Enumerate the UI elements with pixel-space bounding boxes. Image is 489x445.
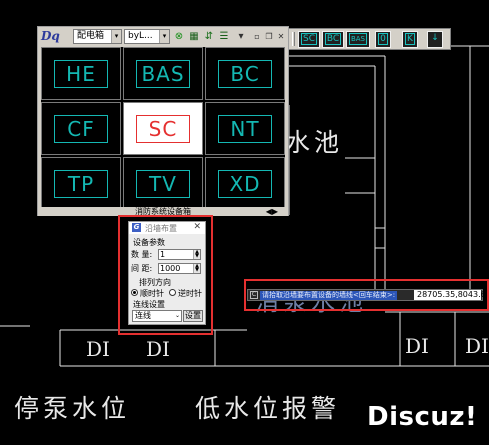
- chevron-down-icon: ⌄: [174, 312, 180, 319]
- symbol-cell-bc[interactable]: BC: [205, 47, 285, 100]
- command-icon: C: [250, 291, 258, 299]
- sort-icon[interactable]: ⇵: [203, 30, 215, 43]
- counterclockwise-label: 逆时针: [178, 289, 202, 298]
- di-label: DI: [146, 337, 170, 361]
- minimize-icon[interactable]: ▫: [251, 30, 263, 43]
- section-params-label: 设备参数: [133, 238, 165, 247]
- dialog-title: 沿墙布置: [145, 224, 177, 233]
- list-icon[interactable]: ☰: [218, 30, 230, 43]
- clockwise-radio[interactable]: [131, 289, 138, 296]
- category-select[interactable]: 配电箱 ▾: [73, 29, 122, 44]
- connect-mode-select[interactable]: 连线 ⌄: [132, 310, 182, 322]
- close-icon[interactable]: ✕: [193, 222, 201, 232]
- dialog-title-bar[interactable]: G 沿墙布置 ✕: [129, 222, 205, 234]
- symbol-cell-tv[interactable]: TV: [123, 157, 203, 210]
- di-label: DI: [86, 337, 110, 361]
- symbol-cell-cf[interactable]: CF: [41, 102, 121, 155]
- chevron-down-icon: ▾: [159, 30, 169, 43]
- toolbar-sc-button[interactable]: SC: [298, 31, 320, 48]
- close-icon[interactable]: ✕: [275, 30, 287, 43]
- chevron-down-icon: ▾: [111, 30, 121, 43]
- low-level-alarm-label: 低水位报警: [195, 394, 341, 423]
- menu-icon[interactable]: ▾: [235, 30, 247, 43]
- symbol-cell-xd[interactable]: XD: [205, 157, 285, 210]
- watermark: Discuz!: [367, 402, 478, 432]
- palette-toolbar: Dq 配电箱 ▾ byL... ▾ ⊗ ▦ ⇵ ☰ ▾ ▫ ❐ ✕: [38, 27, 288, 47]
- restore-icon[interactable]: ❐: [263, 30, 275, 43]
- count-stepper[interactable]: 1 ▲ ▼: [158, 249, 201, 260]
- direction-label: 排列方向: [139, 278, 171, 287]
- coordinate-input[interactable]: 28705.35,8043.66: [414, 290, 489, 300]
- page-nav-arrows[interactable]: ◀▶: [266, 207, 278, 216]
- settings-button[interactable]: 设置: [183, 310, 203, 322]
- app-logo-icon: G: [132, 223, 141, 232]
- palette-status-bar: 消防系统设备箱 ◀▶: [38, 207, 288, 216]
- symbol-toolbar: SC BC BAS 0 K ↓: [288, 28, 451, 50]
- cancel-icon[interactable]: ⊗: [173, 30, 185, 43]
- toolbar-bas-button[interactable]: BAS: [346, 31, 370, 48]
- spacing-label: 间 距:: [131, 264, 153, 273]
- stop-pump-level-label: 停泵水位: [14, 394, 131, 423]
- symbol-cell-tp[interactable]: TP: [41, 157, 121, 210]
- symbol-cell-bas[interactable]: BAS: [123, 47, 203, 100]
- count-label: 数 量:: [131, 250, 153, 259]
- di-label: DI: [465, 334, 489, 358]
- grid-icon[interactable]: ▦: [188, 30, 200, 43]
- symbol-cell-he[interactable]: HE: [41, 47, 121, 100]
- counterclockwise-radio[interactable]: [169, 289, 176, 296]
- toolbar-zero-button[interactable]: 0: [375, 31, 391, 48]
- palette-category-title: 消防系统设备箱: [135, 207, 191, 216]
- toolbar-bc-button[interactable]: BC: [322, 31, 344, 48]
- toolbar-grip[interactable]: [292, 32, 295, 46]
- spin-arrows-icon[interactable]: ▲ ▼: [193, 264, 200, 273]
- clockwise-label: 顺时针: [140, 289, 164, 298]
- toolbar-down-arrow-icon[interactable]: ↓: [427, 31, 443, 48]
- connect-settings-label: 连线设置: [133, 300, 165, 309]
- symbol-cell-nt[interactable]: NT: [205, 102, 285, 155]
- water-pool-label: 水池: [285, 128, 344, 157]
- palette-logo: Dq: [41, 29, 60, 43]
- wall-layout-dialog: G 沿墙布置 ✕ 设备参数 数 量: 1 ▲ ▼ 间 距: 1000 ▲ ▼ 排列方…: [128, 221, 206, 325]
- symbol-grid: HE BAS BC CF SC NT TP TV XD: [41, 47, 285, 210]
- toolbar-k-button[interactable]: K: [402, 31, 418, 48]
- spacing-stepper[interactable]: 1000 ▲ ▼: [158, 263, 201, 274]
- command-line[interactable]: C 请拾取沿墙要布置设备的墙线<回车结束>: 28705.35,8043.66: [247, 289, 489, 301]
- spin-arrows-icon[interactable]: ▲ ▼: [193, 250, 200, 259]
- command-prompt: 请拾取沿墙要布置设备的墙线<回车结束>:: [260, 291, 398, 300]
- layer-select[interactable]: byL... ▾: [124, 29, 170, 44]
- symbol-palette-window: Dq 配电箱 ▾ byL... ▾ ⊗ ▦ ⇵ ☰ ▾ ▫ ❐ ✕ HE BAS B…: [37, 26, 289, 216]
- symbol-cell-sc[interactable]: SC: [123, 102, 203, 155]
- di-label: DI: [405, 334, 429, 358]
